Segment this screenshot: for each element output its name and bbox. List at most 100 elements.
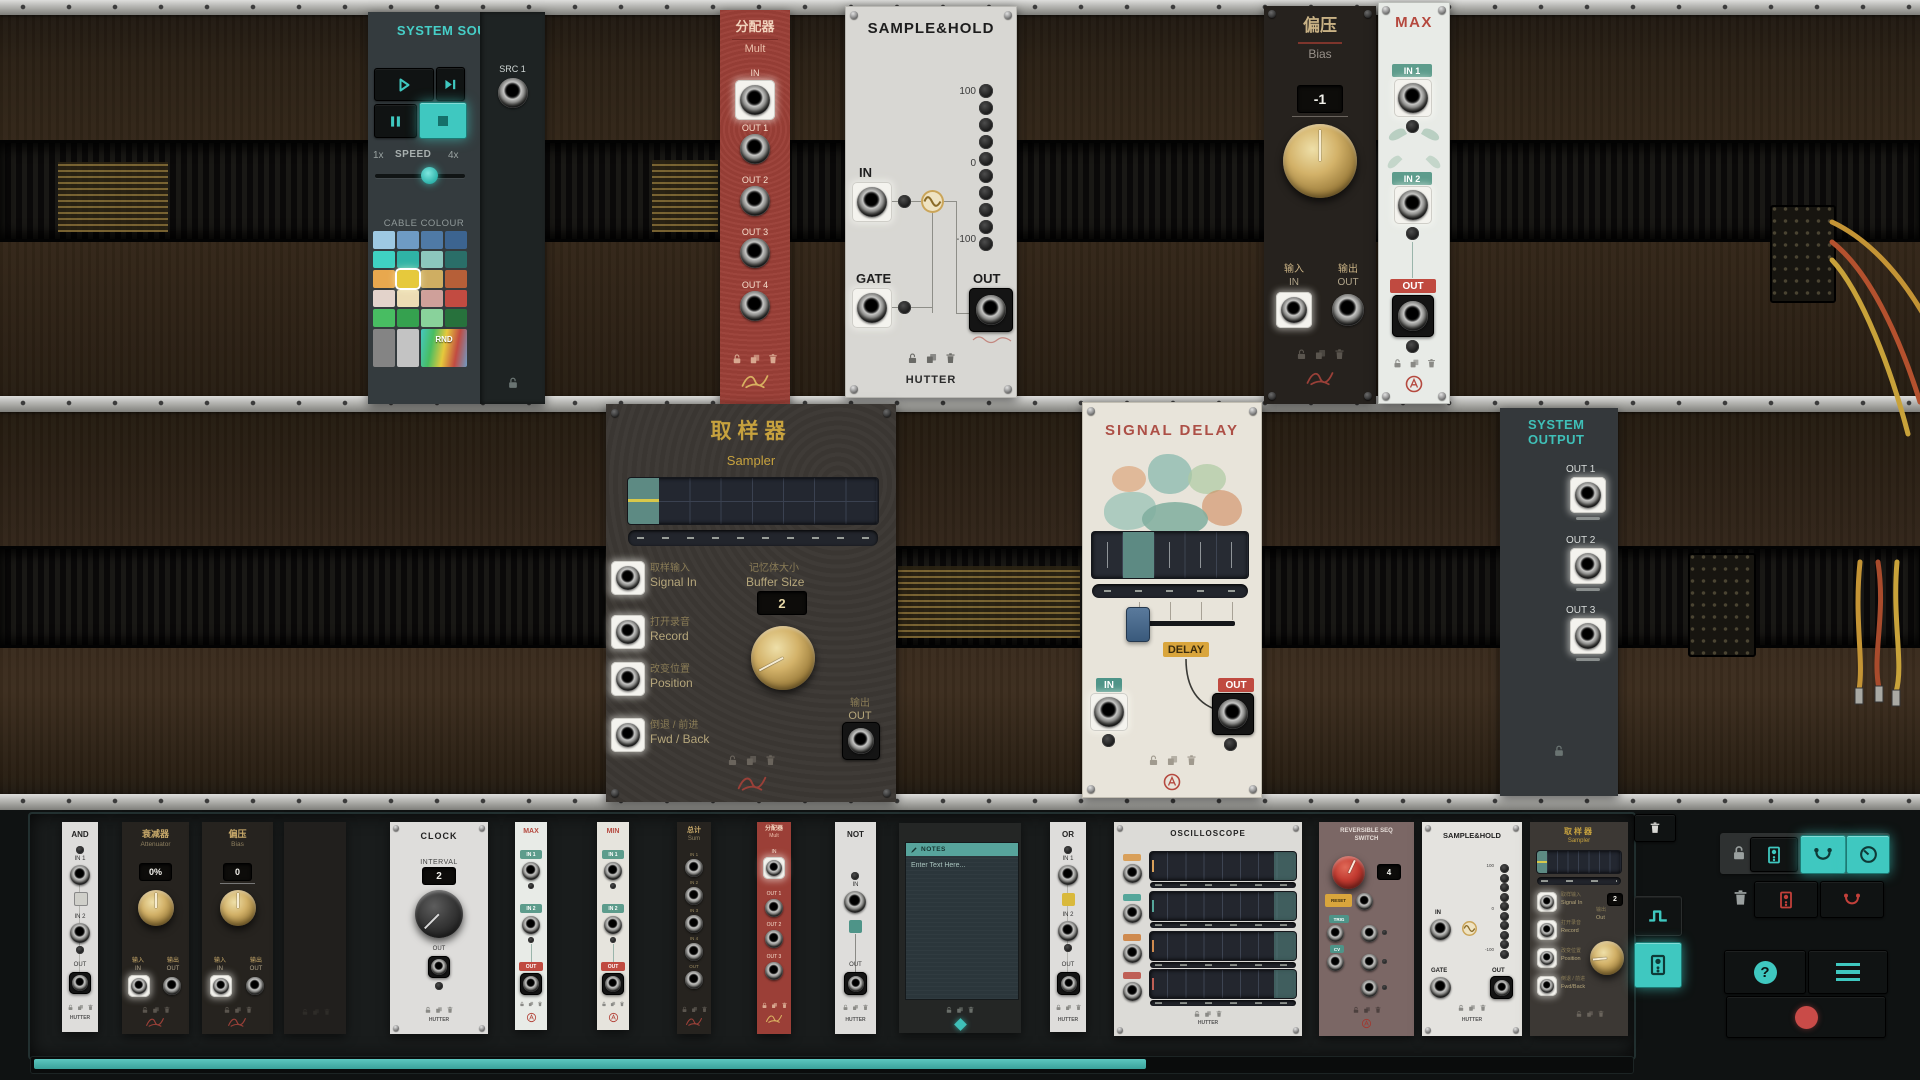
colour-swatch[interactable]	[421, 290, 443, 308]
colour-swatch[interactable]	[397, 251, 419, 269]
src-1-jack[interactable]	[498, 78, 528, 108]
shelf-module-max[interactable]: MAX IN 1 IN 2 OUT	[515, 822, 547, 1030]
lock-icon[interactable]	[1295, 348, 1308, 361]
shelf-module-bias[interactable]: 偏压 Bias 0 输入 IN 输出 OUT	[202, 822, 273, 1034]
trash-icon[interactable]	[767, 353, 779, 365]
out3-jack[interactable]	[740, 238, 770, 268]
colour-swatch[interactable]	[445, 231, 467, 249]
out2-jack[interactable]	[740, 186, 770, 216]
signal-in-jack[interactable]	[1537, 892, 1557, 912]
colour-swatch[interactable]	[397, 231, 419, 249]
out3-jack[interactable]	[1361, 980, 1378, 997]
in1-jack[interactable]	[70, 865, 90, 885]
shelf-module-oscilloscope[interactable]: OSCILLOSCOPE HUTTER	[1114, 822, 1302, 1036]
expand-handle[interactable]	[954, 1018, 967, 1031]
out-jack[interactable]	[685, 971, 703, 989]
out-jack[interactable]	[163, 977, 181, 995]
in-jack[interactable]	[852, 182, 892, 222]
gate-jack[interactable]	[852, 288, 892, 328]
position-jack[interactable]	[611, 662, 645, 696]
shelf-module-sum[interactable]: 总计 Sum IN 1 IN 2 IN 3 IN 4 OUT	[677, 822, 711, 1034]
in-jack[interactable]	[210, 975, 232, 997]
shelf-module-and[interactable]: AND IN 1 IN 2 OUT HUTTER	[62, 822, 98, 1032]
speed-slider-track[interactable]	[375, 174, 465, 178]
colour-swatch[interactable]	[373, 290, 395, 308]
random-colour-swatch[interactable]: RND	[421, 329, 467, 368]
trash-icon[interactable]	[1426, 358, 1437, 369]
lock-icon[interactable]	[1147, 754, 1160, 767]
trash-icon[interactable]	[1333, 348, 1346, 361]
fwd-back-jack[interactable]	[611, 718, 645, 752]
attenuator-knob[interactable]	[138, 890, 174, 926]
bias-knob[interactable]	[220, 890, 256, 926]
play-button[interactable]	[374, 68, 434, 101]
mode-knob-button[interactable]	[1846, 835, 1890, 874]
colour-swatch[interactable]	[373, 309, 395, 327]
notes-screen[interactable]: NOTES Enter Text Here...	[905, 842, 1019, 1000]
speed-slider-thumb[interactable]	[421, 167, 438, 184]
out-jack[interactable]	[428, 956, 450, 978]
colour-swatch[interactable]	[445, 290, 467, 308]
out-jack[interactable]	[969, 288, 1013, 332]
ch2-jack[interactable]	[1123, 904, 1142, 923]
out-jack[interactable]	[602, 973, 624, 995]
trash-icon[interactable]	[1185, 754, 1198, 767]
in1-jack[interactable]	[685, 859, 703, 877]
out-jack[interactable]	[246, 977, 264, 995]
record-jack[interactable]	[611, 615, 645, 649]
colour-swatch[interactable]	[373, 251, 395, 269]
colour-swatch[interactable]	[373, 329, 395, 368]
copy-icon[interactable]	[745, 754, 758, 767]
clock-knob[interactable]	[415, 890, 463, 938]
trash-icon[interactable]	[944, 352, 957, 365]
out-jack[interactable]	[69, 972, 91, 994]
fwd-back-jack[interactable]	[1537, 976, 1557, 996]
delete-module-button[interactable]	[1754, 881, 1818, 918]
out1-jack[interactable]	[765, 899, 783, 917]
signal-in-jack[interactable]	[611, 561, 645, 595]
copy-icon[interactable]	[1166, 754, 1179, 767]
in3-jack[interactable]	[685, 915, 703, 933]
position-knob[interactable]	[1590, 941, 1624, 975]
stop-button[interactable]	[419, 102, 467, 139]
lock-icon[interactable]	[726, 754, 739, 767]
ch3-jack[interactable]	[1123, 944, 1142, 963]
shelf-scrollbar-thumb[interactable]	[34, 1059, 1146, 1069]
signal-view-button[interactable]	[1634, 896, 1682, 936]
help-button[interactable]: ?	[1724, 950, 1806, 994]
in-jack[interactable]	[1090, 693, 1128, 731]
menu-button[interactable]	[1808, 950, 1888, 994]
bias-knob[interactable]	[1283, 124, 1357, 198]
out2-jack[interactable]	[1570, 548, 1606, 584]
in1-jack[interactable]	[1394, 79, 1432, 117]
colour-swatch[interactable]	[445, 309, 467, 327]
copy-icon[interactable]	[925, 352, 938, 365]
out2-jack[interactable]	[1361, 954, 1378, 971]
shelf-module-or[interactable]: OR IN 1 IN 2 OUT HUTTER	[1050, 822, 1086, 1032]
out-jack[interactable]	[844, 972, 867, 995]
lock-icon[interactable]	[731, 353, 743, 365]
gate-jack[interactable]	[1430, 977, 1451, 998]
shelf-trash-button[interactable]	[1634, 814, 1676, 842]
in2-jack[interactable]	[1394, 186, 1432, 224]
out3-jack[interactable]	[1570, 618, 1606, 654]
shelf-module-min[interactable]: MIN IN 1 IN 2 OUT	[597, 822, 629, 1030]
in2-jack[interactable]	[604, 916, 622, 934]
lock-icon[interactable]	[506, 376, 520, 390]
colour-swatch[interactable]	[421, 251, 443, 269]
out-jack[interactable]	[520, 973, 542, 995]
shelf-module-attenuator[interactable]: 衰减器 Attenuator 0% 输入 IN 输出 OUT	[122, 822, 189, 1034]
record-button[interactable]	[1726, 996, 1886, 1038]
out1-jack[interactable]	[1570, 477, 1606, 513]
shelf-module-notes[interactable]: NOTES Enter Text Here...	[899, 823, 1021, 1033]
colour-swatch[interactable]	[421, 309, 443, 327]
out1-jack[interactable]	[1361, 925, 1378, 942]
in2-jack[interactable]	[522, 916, 540, 934]
out2-jack[interactable]	[765, 930, 783, 948]
copy-icon[interactable]	[1409, 358, 1420, 369]
delay-slider-handle[interactable]	[1126, 607, 1150, 642]
delete-cable-button[interactable]	[1820, 881, 1884, 918]
in2-jack[interactable]	[1058, 921, 1078, 941]
module-shelf-button[interactable]	[1634, 942, 1682, 988]
trash-icon[interactable]	[764, 754, 777, 767]
